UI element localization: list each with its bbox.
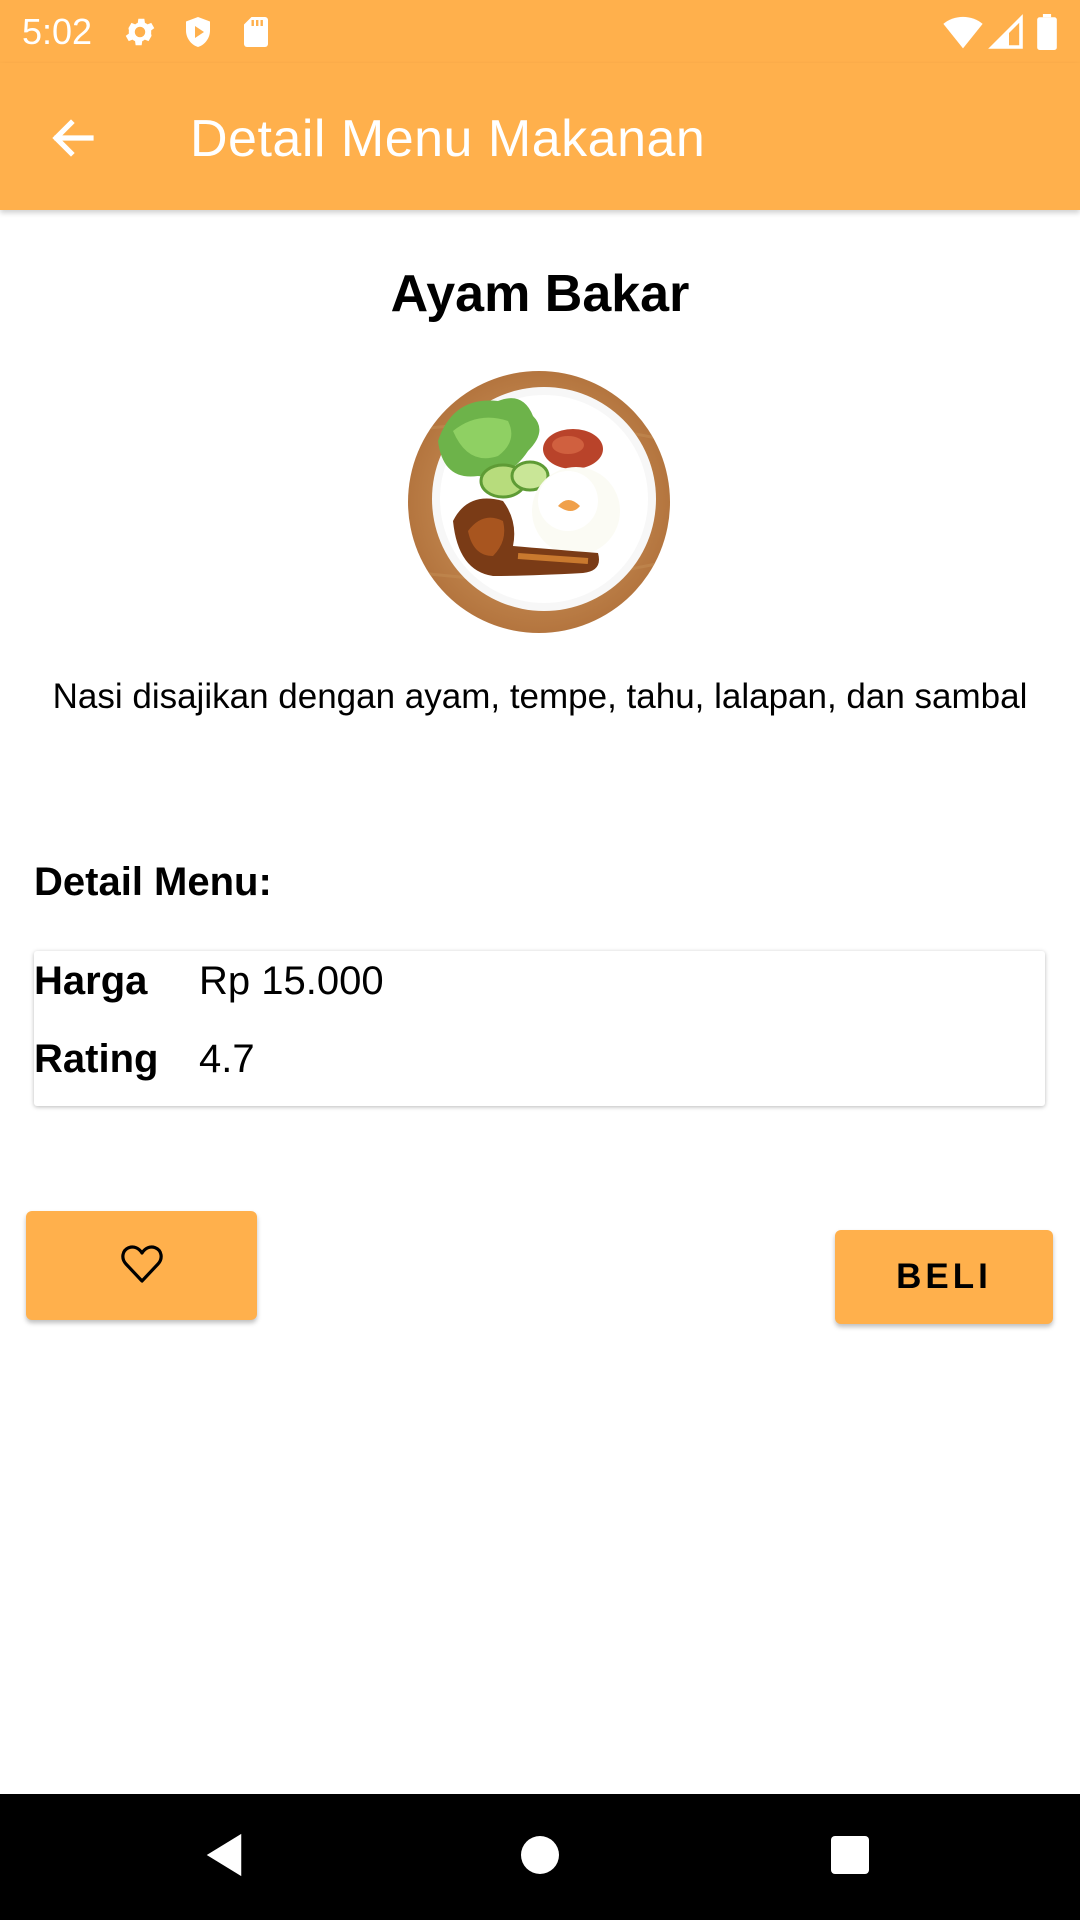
rating-value: 4.7: [199, 1037, 255, 1081]
gear-icon: [122, 14, 158, 50]
back-button[interactable]: [36, 103, 110, 177]
buy-button[interactable]: BELI: [835, 1230, 1053, 1324]
nav-home-button[interactable]: [502, 1819, 578, 1895]
wifi-icon: [943, 14, 983, 50]
app-bar: Detail Menu Makanan: [0, 63, 1080, 210]
navigation-bar: [0, 1794, 1080, 1920]
detail-heading: Detail Menu:: [34, 860, 272, 904]
menu-name: Ayam Bakar: [390, 265, 690, 323]
favorite-button[interactable]: [26, 1211, 257, 1320]
back-triangle-icon: [202, 1832, 246, 1883]
food-image: [408, 371, 670, 633]
menu-description: Nasi disajikan dengan ayam, tempe, tahu,…: [52, 677, 1028, 716]
signal-icon: [988, 14, 1024, 50]
price-label: Harga: [34, 959, 148, 1003]
heart-outline-icon: [118, 1239, 166, 1292]
sd-card-icon: [238, 14, 274, 50]
arrow-back-icon: [49, 114, 97, 167]
price-value: Rp 15.000: [199, 959, 384, 1003]
recents-square-icon: [830, 1835, 870, 1880]
status-time: 5:02: [22, 11, 93, 52]
screen: 5:02 Detail Menu Makanan Ayam Bakar Nasi…: [0, 0, 1080, 1920]
home-circle-icon: [520, 1835, 560, 1880]
app-bar-title: Detail Menu Makanan: [190, 110, 706, 168]
status-bar: 5:02: [0, 0, 1080, 63]
shield-icon: [180, 14, 216, 50]
nav-back-button[interactable]: [186, 1819, 262, 1895]
battery-icon: [1036, 14, 1058, 50]
rating-label: Rating: [34, 1037, 159, 1081]
detail-card: Harga Rp 15.000 Rating 4.7: [34, 951, 1045, 1106]
nav-recents-button[interactable]: [812, 1819, 888, 1895]
